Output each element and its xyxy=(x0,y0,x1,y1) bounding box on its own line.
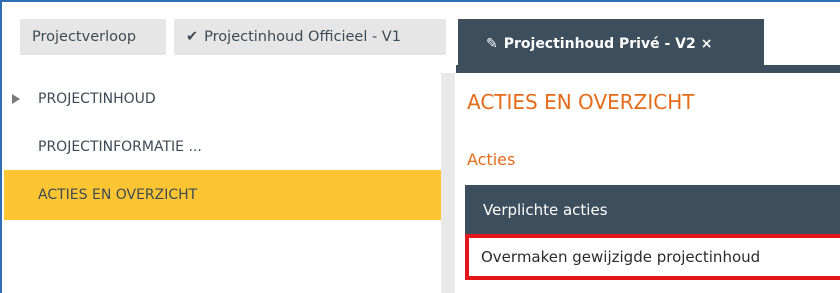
panel-header-verplichte-acties[interactable]: Verplichte acties xyxy=(465,185,840,234)
sidebar-item-acties-en-overzicht[interactable]: ACTIES EN OVERZICHT xyxy=(4,170,441,220)
tab-label: Projectinhoud Officieel - V1 xyxy=(204,29,401,45)
sidebar-item-label: PROJECTINFORMATIE ... xyxy=(38,139,202,155)
close-icon[interactable]: × xyxy=(701,36,713,52)
content-area xyxy=(465,280,840,293)
app-frame: Projectverloop ✔ Projectinhoud Officieel… xyxy=(0,0,840,293)
triangle-right-icon[interactable] xyxy=(12,94,20,104)
tab-label: Projectinhoud Privé - V2 xyxy=(503,36,696,52)
main-content: ACTIES EN OVERZICHT Acties Verplichte ac… xyxy=(455,73,840,293)
pencil-icon: ✎ xyxy=(486,36,498,52)
panel-divider xyxy=(441,73,455,293)
tab-projectverloop[interactable]: Projectverloop xyxy=(20,19,166,55)
sidebar-item-label: PROJECTINHOUD xyxy=(38,91,156,107)
tab-label: Projectverloop xyxy=(32,29,137,45)
action-label: Overmaken gewijzigde projectinhoud xyxy=(481,248,761,266)
action-item-overmaken[interactable]: Overmaken gewijzigde projectinhoud xyxy=(465,234,840,280)
tab-underline xyxy=(456,65,840,73)
tab-projectinhoud-prive[interactable]: ✎ Projectinhoud Privé - V2 × xyxy=(458,19,764,69)
checkmark-icon: ✔ xyxy=(186,29,199,45)
sidebar-item-projectinformatie[interactable]: PROJECTINFORMATIE ... xyxy=(4,121,441,173)
sidebar-item-projectinhoud[interactable]: PROJECTINHOUD xyxy=(4,73,441,125)
section-title: Acties xyxy=(467,150,516,169)
sidebar-item-label: ACTIES EN OVERZICHT xyxy=(38,187,198,203)
sidebar: PROJECTINHOUD PROJECTINFORMATIE ... ACTI… xyxy=(4,73,441,293)
tab-projectinhoud-officieel[interactable]: ✔ Projectinhoud Officieel - V1 xyxy=(174,19,446,55)
page-title: ACTIES EN OVERZICHT xyxy=(467,90,695,114)
panel-header-label: Verplichte acties xyxy=(483,200,608,219)
tab-bar: Projectverloop ✔ Projectinhoud Officieel… xyxy=(4,4,840,73)
